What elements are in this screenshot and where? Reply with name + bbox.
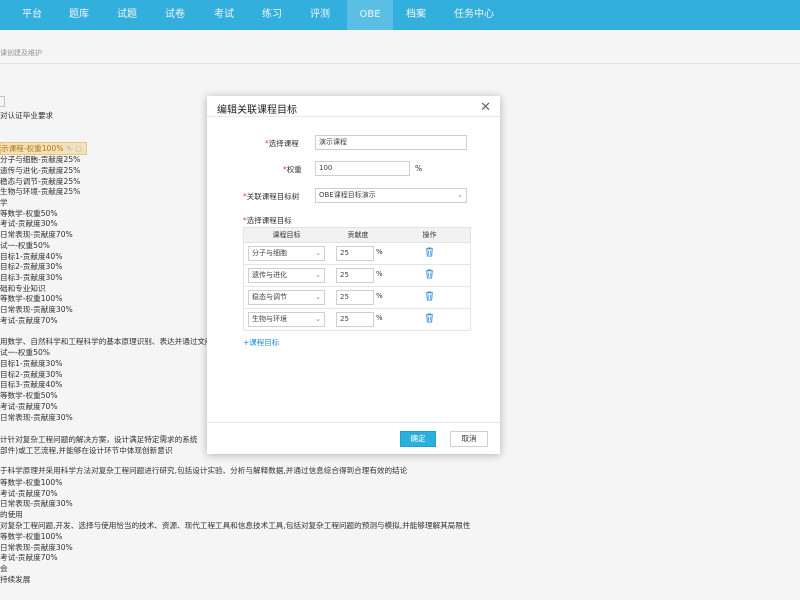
- dialog-title-divider: [207, 116, 500, 117]
- chevron-down-icon: ⌄: [315, 271, 321, 279]
- course-target-tree-select[interactable]: OBE课程目标演示 ⌄: [315, 188, 467, 203]
- column-header: 贡献度: [347, 231, 369, 239]
- pick-course-target-label: *选择课程目标: [243, 216, 292, 225]
- course-input[interactable]: 演示课程: [315, 135, 467, 150]
- trash-icon[interactable]: [425, 291, 434, 301]
- select-course-label: *选择课程: [265, 139, 299, 148]
- edit-course-target-dialog: 编辑关联课程目标 ✕ *选择课程 演示课程 *权重 100 % *关联课程目标树…: [207, 96, 500, 454]
- chevron-down-icon: ⌄: [457, 191, 463, 199]
- dialog-title: 编辑关联课程目标: [217, 105, 297, 116]
- table-header: 课程目标 贡献度 操作: [243, 227, 471, 243]
- percent-unit: %: [376, 248, 383, 256]
- table-row: 遗传与进化 ⌄ 25 %: [243, 265, 471, 287]
- trash-icon[interactable]: [425, 269, 434, 279]
- target-select[interactable]: 分子与细胞 ⌄: [248, 246, 325, 261]
- table-row: 稳态与调节 ⌄ 25 %: [243, 287, 471, 309]
- table-row: 生物与环境 ⌄ 25 %: [243, 309, 471, 331]
- confirm-button[interactable]: 确定: [400, 431, 436, 447]
- chevron-down-icon: ⌄: [315, 315, 321, 323]
- contribution-input[interactable]: 25: [336, 268, 374, 283]
- weight-input[interactable]: 100: [315, 161, 410, 176]
- weight-unit: %: [415, 164, 423, 173]
- course-target-tree-label: *关联课程目标树: [243, 192, 300, 201]
- contribution-input[interactable]: 25: [336, 312, 374, 327]
- close-icon[interactable]: ✕: [480, 100, 491, 115]
- table-row: 分子与细胞 ⌄ 25 %: [243, 243, 471, 265]
- trash-icon[interactable]: [425, 313, 434, 323]
- column-header: 课程目标: [272, 231, 301, 239]
- weight-label: *权重: [283, 165, 302, 174]
- percent-unit: %: [376, 270, 383, 278]
- target-select[interactable]: 遗传与进化 ⌄: [248, 268, 325, 283]
- column-header: 操作: [422, 231, 437, 239]
- percent-unit: %: [376, 314, 383, 322]
- add-course-target-link[interactable]: +课程目标: [243, 337, 279, 348]
- trash-icon[interactable]: [425, 247, 434, 257]
- chevron-down-icon: ⌄: [315, 249, 321, 257]
- chevron-down-icon: ⌄: [315, 293, 321, 301]
- contribution-input[interactable]: 25: [336, 246, 374, 261]
- dialog-footer-divider: [207, 422, 500, 423]
- target-select[interactable]: 生物与环境 ⌄: [248, 312, 325, 327]
- contribution-input[interactable]: 25: [336, 290, 374, 305]
- percent-unit: %: [376, 292, 383, 300]
- target-select[interactable]: 稳态与调节 ⌄: [248, 290, 325, 305]
- cancel-button[interactable]: 取消: [450, 431, 488, 447]
